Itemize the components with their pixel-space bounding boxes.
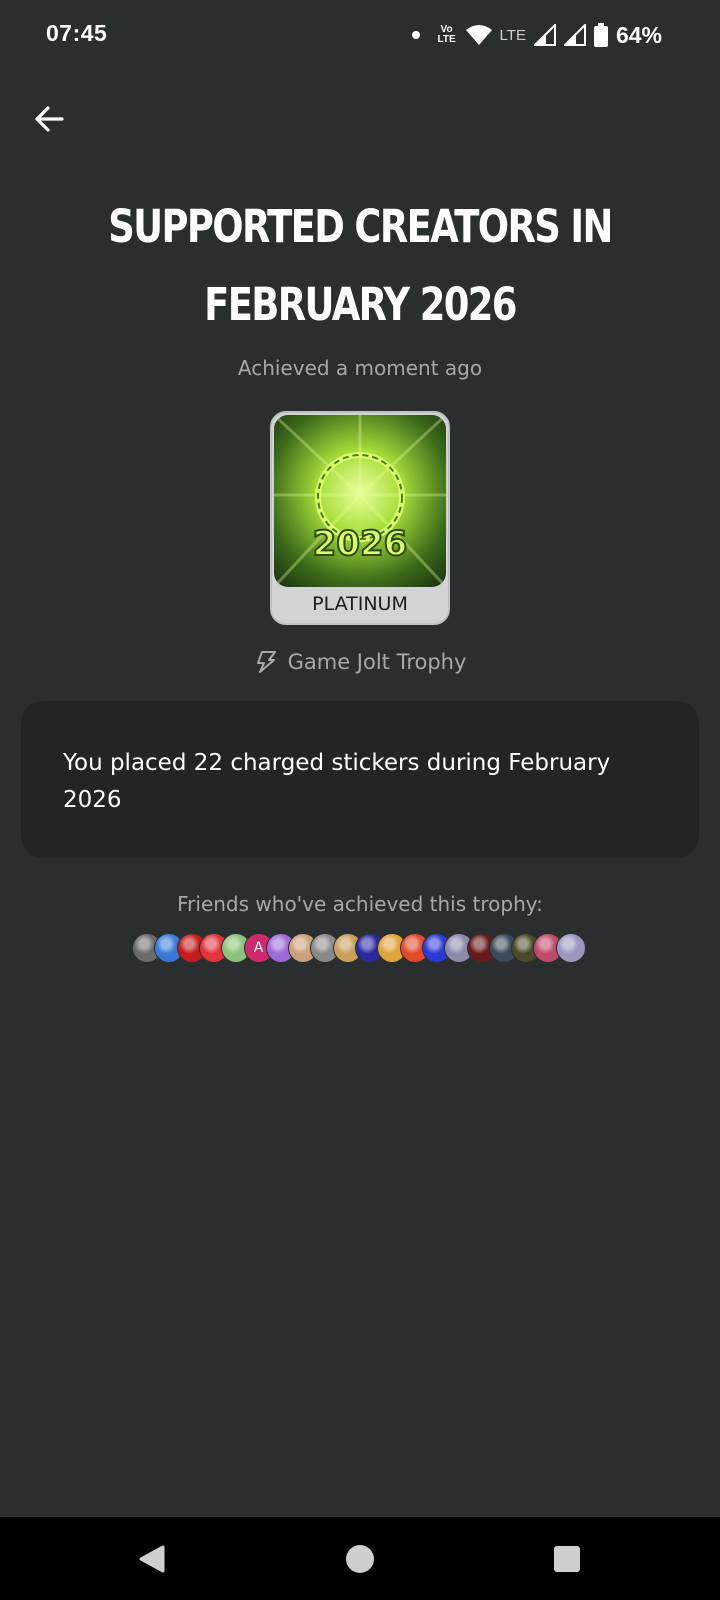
status-icons: Vo LTE LTE 64% (411, 18, 720, 52)
achieved-time: Achieved a moment ago (237, 356, 483, 380)
trophy-source-label: Game Jolt Trophy (287, 650, 467, 674)
battery-percentage: 64% (615, 21, 662, 48)
trophy-description: You placed 22 charged stickers during Fe… (63, 750, 611, 813)
trophy-image-year: 2026 (313, 524, 408, 564)
nav-home-button[interactable] (342, 1541, 378, 1577)
arrow-left-icon (35, 106, 64, 132)
trophy-image: 2026 (274, 415, 446, 587)
network-type: LTE (499, 26, 526, 44)
volte-icon: Vo LTE (437, 24, 456, 45)
signal-icon-2 (563, 24, 586, 46)
battery-icon (593, 23, 608, 47)
nav-recents-button[interactable] (549, 1541, 585, 1577)
friends-avatar-row: A (132, 933, 592, 963)
trophy-title: SUPPORTED CREATORS IN FEBRUARY 2026 (108, 200, 613, 331)
signal-icon (533, 24, 556, 46)
trophy-tier: PLATINUM (312, 593, 408, 615)
friend-avatar[interactable] (555, 933, 586, 963)
friends-label: Friends who've achieved this trophy: (177, 892, 543, 916)
trophy-source: Game Jolt Trophy (0, 650, 720, 674)
game-jolt-bolt-icon (256, 651, 276, 673)
trophy-card[interactable]: 2026 PLATINUM (270, 411, 450, 625)
nav-back-button[interactable] (134, 1541, 170, 1577)
wifi-icon (465, 25, 492, 45)
trophy-description-card: You placed 22 charged stickers during Fe… (21, 701, 699, 858)
navigation-bar (0, 1517, 720, 1600)
status-time: 07:45 (46, 20, 108, 46)
triangle-back-icon (139, 1545, 165, 1573)
notification-dot-icon (411, 31, 420, 39)
circle-home-icon (346, 1545, 374, 1573)
status-bar: 07:45 Vo LTE LTE 64% (0, 0, 720, 72)
back-button[interactable] (28, 98, 70, 140)
square-recents-icon (554, 1546, 580, 1572)
